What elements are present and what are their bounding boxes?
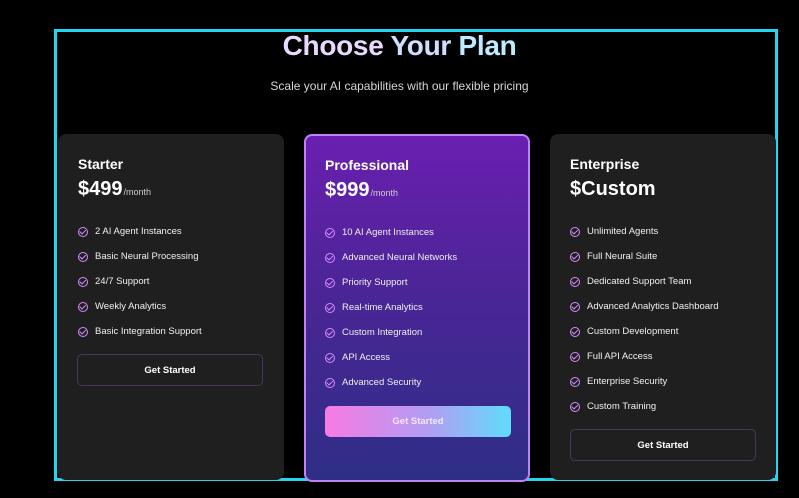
- check-circle-icon: [325, 227, 335, 238]
- check-circle-icon: [325, 277, 335, 288]
- feature-item: Weekly Analytics: [78, 294, 264, 319]
- check-circle-icon: [78, 226, 88, 237]
- feature-label: Full API Access: [587, 351, 653, 362]
- feature-item: Real-time Analytics: [325, 295, 509, 320]
- plan-price: $Custom: [570, 178, 656, 200]
- feature-item: 10 AI Agent Instances: [325, 220, 509, 245]
- check-circle-icon: [570, 376, 580, 387]
- feature-item: Advanced Analytics Dashboard: [570, 294, 756, 319]
- get-started-button-professional[interactable]: Get Started: [325, 406, 511, 437]
- feature-label: 24/7 Support: [95, 276, 150, 287]
- feature-label: Advanced Neural Networks: [342, 252, 458, 263]
- price-row: $499 /month: [78, 178, 264, 204]
- feature-item: Basic Integration Support: [78, 319, 264, 344]
- check-circle-icon: [78, 326, 88, 337]
- feature-label: Unlimited Agents: [587, 226, 659, 237]
- plan-price: $999: [325, 179, 370, 201]
- feature-label: Custom Development: [587, 326, 679, 337]
- feature-label: Advanced Security: [342, 377, 422, 388]
- price-period: /month: [370, 188, 399, 198]
- check-circle-icon: [570, 251, 580, 262]
- check-circle-icon: [570, 326, 580, 337]
- page-subtitle: Scale your AI capabilities with our flex…: [270, 79, 529, 93]
- feature-label: Real-time Analytics: [342, 302, 423, 313]
- check-circle-icon: [325, 252, 335, 263]
- feature-label: Enterprise Security: [587, 376, 668, 387]
- feature-item: Custom Training: [570, 394, 756, 419]
- feature-item: 24/7 Support: [78, 269, 264, 294]
- check-circle-icon: [325, 327, 335, 338]
- feature-item: Dedicated Support Team: [570, 269, 756, 294]
- feature-label: Basic Neural Processing: [95, 251, 199, 262]
- feature-label: Dedicated Support Team: [587, 276, 692, 287]
- plan-name: Professional: [325, 157, 410, 173]
- feature-label: 2 AI Agent Instances: [95, 226, 182, 237]
- get-started-button-enterprise[interactable]: Get Started: [570, 429, 756, 461]
- plan-name: Enterprise: [570, 156, 640, 172]
- check-circle-icon: [78, 251, 88, 262]
- plan-card-starter: Starter $499 /month 2 AI Agent Instances…: [58, 134, 284, 480]
- feature-label: Full Neural Suite: [587, 251, 658, 262]
- feature-label: Priority Support: [342, 277, 408, 288]
- feature-item: API Access: [325, 345, 509, 370]
- feature-item: Priority Support: [325, 270, 509, 295]
- feature-list: Unlimited Agents Full Neural Suite Dedic…: [570, 219, 756, 419]
- plan-price: $499: [78, 178, 123, 200]
- plan-name: Starter: [78, 156, 124, 172]
- feature-item: Custom Development: [570, 319, 756, 344]
- feature-item: Basic Neural Processing: [78, 244, 264, 269]
- check-circle-icon: [325, 302, 335, 313]
- check-circle-icon: [325, 352, 335, 363]
- feature-list: 2 AI Agent Instances Basic Neural Proces…: [78, 219, 264, 344]
- title-word-2: Your: [390, 30, 451, 61]
- feature-item: Custom Integration: [325, 320, 509, 345]
- price-row: $999 /month: [325, 179, 509, 205]
- feature-label: Custom Training: [587, 401, 657, 412]
- check-circle-icon: [78, 301, 88, 312]
- check-circle-icon: [325, 377, 335, 388]
- page-title: Choose Your Plan: [0, 30, 799, 62]
- feature-item: Full API Access: [570, 344, 756, 369]
- feature-item: Enterprise Security: [570, 369, 756, 394]
- title-word-1: Choose: [282, 30, 384, 61]
- feature-label: 10 AI Agent Instances: [342, 227, 434, 238]
- check-circle-icon: [78, 276, 88, 287]
- feature-item: Unlimited Agents: [570, 219, 756, 244]
- check-circle-icon: [570, 351, 580, 362]
- check-circle-icon: [570, 401, 580, 412]
- plan-card-professional: Professional $999 /month 10 AI Agent Ins…: [304, 134, 530, 482]
- price-row: $Custom: [570, 178, 756, 204]
- feature-label: Advanced Analytics Dashboard: [587, 301, 719, 312]
- feature-item: 2 AI Agent Instances: [78, 219, 264, 244]
- feature-item: Advanced Neural Networks: [325, 245, 509, 270]
- feature-item: Advanced Security: [325, 370, 509, 395]
- get-started-button-starter[interactable]: Get Started: [77, 354, 263, 386]
- check-circle-icon: [570, 276, 580, 287]
- feature-label: Weekly Analytics: [95, 301, 167, 312]
- plan-card-enterprise: Enterprise $Custom Unlimited Agents Full…: [550, 134, 776, 480]
- check-circle-icon: [570, 301, 580, 312]
- price-period: /month: [123, 187, 152, 197]
- feature-list: 10 AI Agent Instances Advanced Neural Ne…: [325, 220, 509, 395]
- title-word-3: Plan: [458, 30, 517, 61]
- feature-item: Full Neural Suite: [570, 244, 756, 269]
- feature-label: Basic Integration Support: [95, 326, 202, 337]
- feature-label: API Access: [342, 352, 391, 363]
- feature-label: Custom Integration: [342, 327, 423, 338]
- check-circle-icon: [570, 226, 580, 237]
